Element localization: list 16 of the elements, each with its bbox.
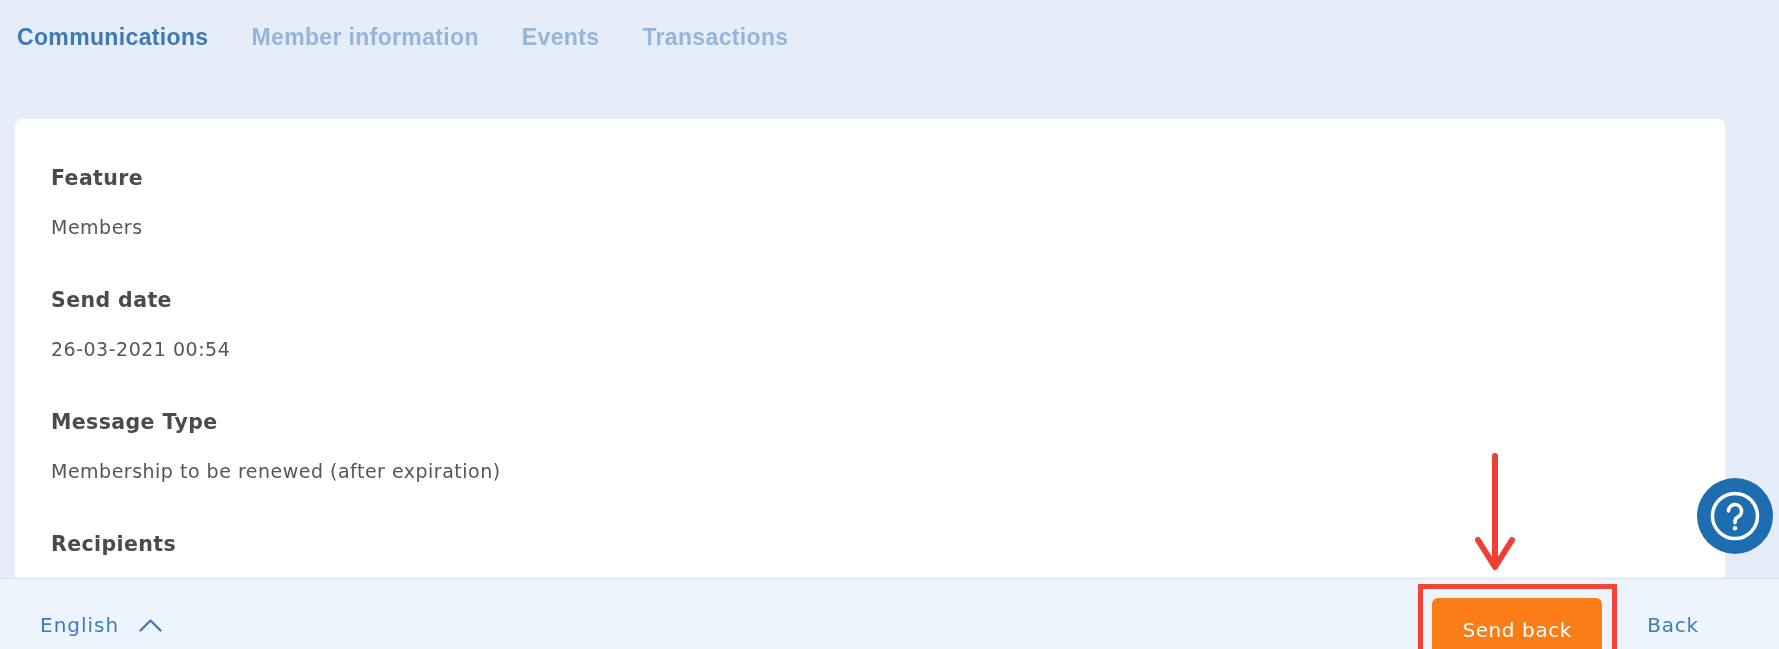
field-value: Membership to be renewed (after expiration) xyxy=(51,459,501,483)
field-label: Message Type xyxy=(51,409,218,436)
back-link[interactable]: Back xyxy=(1647,612,1699,638)
tab[interactable]: Transactions xyxy=(642,23,789,51)
field-label: Recipients xyxy=(51,531,177,558)
tab[interactable]: Communications xyxy=(17,23,209,51)
field-label: Send date xyxy=(51,287,172,314)
send-back-button[interactable]: Send back xyxy=(1432,598,1603,649)
language-selector[interactable]: English xyxy=(40,612,163,638)
tab[interactable]: Events xyxy=(521,23,600,51)
chevron-up-icon xyxy=(139,618,163,632)
field-value: 26-03-2021 00:54 xyxy=(51,337,231,361)
field-value: Members xyxy=(51,215,143,239)
question-circle-icon xyxy=(1710,491,1760,541)
field-label: Feature xyxy=(51,165,144,192)
tab[interactable]: Member information xyxy=(251,23,479,51)
